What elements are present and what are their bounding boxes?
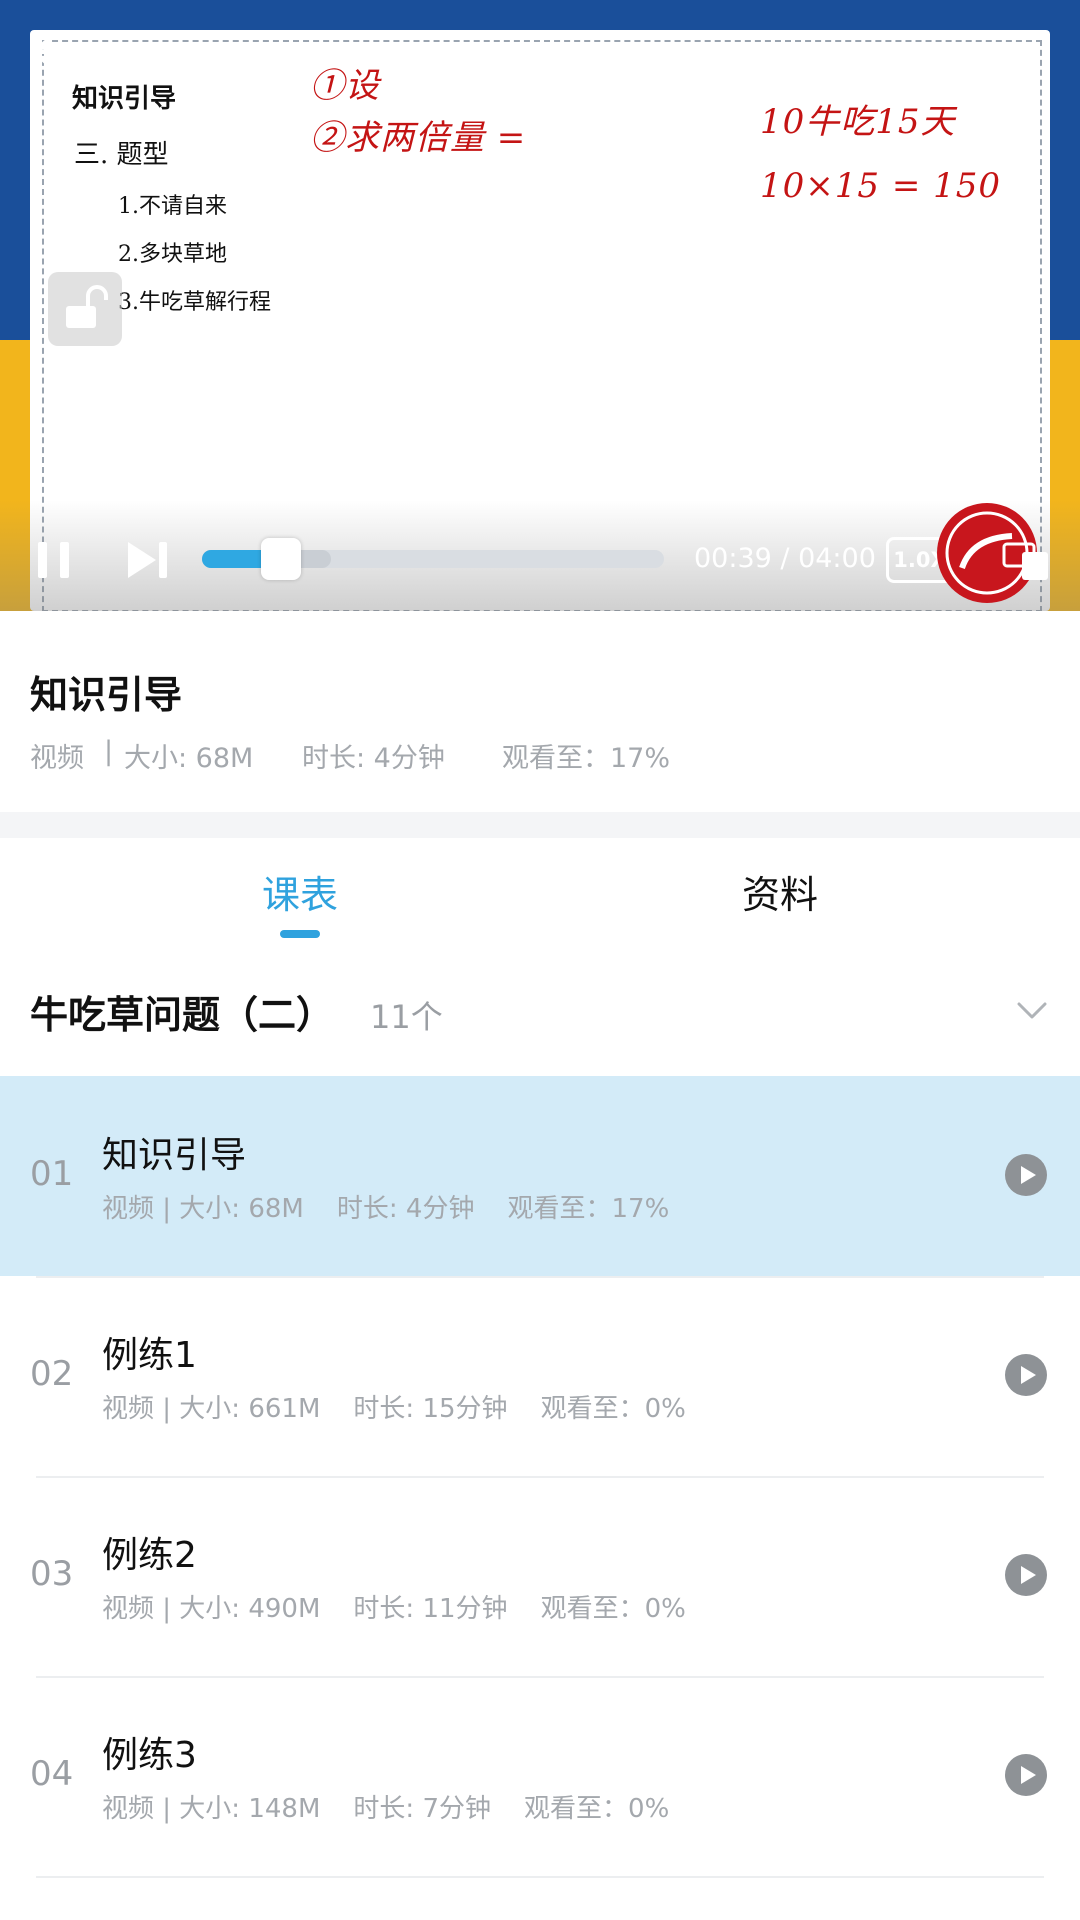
play-circle-icon[interactable] xyxy=(1005,1554,1047,1596)
item-title: 知识引导 xyxy=(102,1135,247,1176)
tab-indicator xyxy=(280,930,320,938)
item-title: 例练1 xyxy=(102,1335,197,1376)
list-item[interactable]: 02 例练1 视频 | 大小: 661M 时长: 15分钟 观看至：0% xyxy=(0,1276,1080,1476)
list-item[interactable]: 01 知识引导 视频 | 大小: 68M 时长: 4分钟 观看至：17% xyxy=(0,1076,1080,1276)
item-title: 例练2 xyxy=(102,1535,197,1576)
item-meta: 视频 | 大小: 68M 时长: 4分钟 观看至：17% xyxy=(102,1194,670,1224)
whiteboard-item: 2.多块草地 xyxy=(118,242,227,267)
item-meta: 视频 | 大小: 148M 时长: 7分钟 观看至：0% xyxy=(102,1794,670,1824)
list-divider xyxy=(36,1876,1044,1878)
progress-thumb[interactable] xyxy=(260,538,301,580)
item-number: 02 xyxy=(30,1354,74,1394)
chapter-title[interactable]: 牛吃草问题（二） xyxy=(30,984,334,1039)
lesson-watched: 观看至：17% xyxy=(502,743,671,774)
progress-bar[interactable] xyxy=(202,538,664,580)
section-divider xyxy=(0,812,1080,838)
fullscreen-icon[interactable] xyxy=(1002,538,1052,582)
item-number: 03 xyxy=(30,1554,74,1594)
play-circle-icon[interactable] xyxy=(1005,1354,1047,1396)
back-arrow-icon[interactable] xyxy=(28,32,72,72)
item-meta: 视频 | 大小: 490M 时长: 11分钟 观看至：0% xyxy=(102,1594,686,1624)
unlock-icon[interactable] xyxy=(48,272,122,346)
list-item[interactable]: 04 例练3 视频 | 大小: 148M 时长: 7分钟 观看至：0% xyxy=(0,1676,1080,1876)
handwriting-note: 10牛吃15天 xyxy=(760,102,956,142)
play-circle-icon[interactable] xyxy=(1005,1154,1047,1196)
whiteboard-section: 三. 题型 xyxy=(74,140,169,170)
item-number: 04 xyxy=(30,1754,74,1794)
chapter-count: 11个 xyxy=(370,998,443,1036)
lesson-type: 视频 xyxy=(30,743,84,774)
time-display: 00:39 / 04:00 xyxy=(694,543,876,574)
meta-separator: | xyxy=(104,736,114,767)
skip-next-icon[interactable] xyxy=(126,538,170,582)
tab-schedule[interactable]: 课表 xyxy=(200,864,400,919)
lesson-title: 知识引导 xyxy=(30,673,183,717)
chevron-down-icon[interactable] xyxy=(1016,1000,1048,1022)
video-player[interactable]: 知识引导 三. 题型 1.不请自来 2.多块草地 3.牛吃草解行程 ①设 ②求两… xyxy=(0,0,1080,611)
whiteboard-item: 3.牛吃草解行程 xyxy=(118,290,271,315)
play-circle-icon[interactable] xyxy=(1005,1754,1047,1796)
handwriting-note: 10×15 = 150 xyxy=(760,166,1002,206)
whiteboard-item: 1.不请自来 xyxy=(118,194,227,219)
item-title: 例练3 xyxy=(102,1735,197,1776)
handwriting-note: ②求两倍量 = xyxy=(310,118,527,158)
item-number: 01 xyxy=(30,1154,74,1194)
item-meta: 视频 | 大小: 661M 时长: 15分钟 观看至：0% xyxy=(102,1394,686,1424)
whiteboard-title: 知识引导 xyxy=(72,84,177,114)
lesson-duration: 时长: 4分钟 xyxy=(302,743,445,774)
pause-icon[interactable] xyxy=(36,538,72,582)
handwriting-note: ①设 xyxy=(310,66,380,106)
lesson-size: 大小: 68M xyxy=(124,743,254,774)
tab-materials[interactable]: 资料 xyxy=(680,864,880,919)
list-item[interactable]: 03 例练2 视频 | 大小: 490M 时长: 11分钟 观看至：0% xyxy=(0,1476,1080,1676)
